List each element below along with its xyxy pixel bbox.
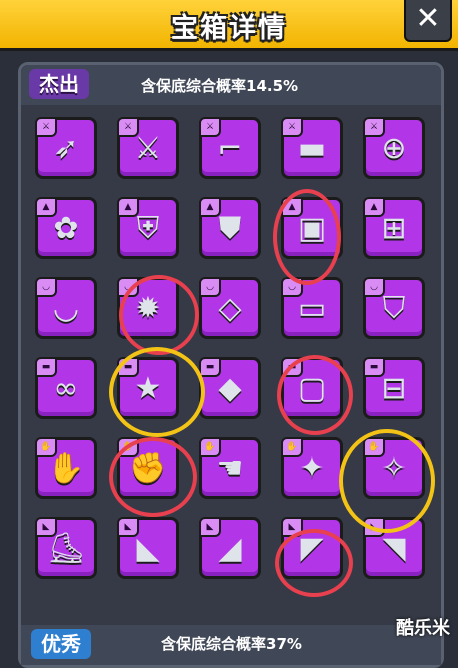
item-slot[interactable]: ▲ ▣ — [281, 197, 343, 259]
plunger-icon: ⊕ — [381, 131, 407, 166]
mech-boot-icon: ◥ — [382, 531, 406, 566]
item-slot[interactable]: ⚔ ⊕ — [363, 117, 425, 179]
plated-boot-icon: ◢ — [218, 531, 242, 566]
chest-plate-icon: ▣ — [297, 211, 327, 246]
item-slot[interactable]: ◡ ✹ — [117, 277, 179, 339]
item-slot[interactable]: ✋ ✊ — [117, 437, 179, 499]
page-title: 宝箱详情 — [171, 13, 287, 44]
item-slot[interactable]: ◡ ◇ — [199, 277, 261, 339]
blade-gauntlet-icon: ✧ — [381, 451, 407, 486]
item-slot[interactable]: ◣ ◢ — [199, 517, 261, 579]
fang-collar-icon: ◡ — [52, 291, 80, 326]
tag-necklace-icon: ▭ — [297, 291, 327, 326]
probability-text: 含保底综合概率14.5% — [141, 77, 299, 95]
item-slot[interactable]: ⚔ ⌐ — [199, 117, 261, 179]
shield-collar-icon: ⛉ — [382, 291, 406, 326]
item-slot[interactable]: ⚔ ➶ — [35, 117, 97, 179]
sneaker-icon: ◣ — [136, 531, 160, 566]
item-slot[interactable]: ▬ ∞ — [35, 357, 97, 419]
plated-armor-icon: ⛊ — [218, 211, 242, 246]
purple-sneaker-icon: ◤ — [300, 531, 324, 566]
knotted-belt-icon: ∞ — [53, 371, 79, 406]
tier-label: 杰出 — [29, 69, 89, 99]
item-slot[interactable]: ✋ ☚ — [199, 437, 261, 499]
item-slot[interactable]: ◣ ◥ — [363, 517, 425, 579]
item-grid: ⚔ ➶ ⚔ ⚔ ⚔ ⌐ ⚔ ▬ ⚔ ⊕ ▲ ✿ ▲ ⛨ ▲ ⛊ ▲ ▣ ▲ ⊞ ◡ ◡ ◡ ✹ ◡ ◇ ◡ ▭ ◡ ⛉ ▬ ∞ ▬ ★ ▬ ◆ ▬ ▢ ▬ ⊟… — [35, 117, 431, 579]
item-slot[interactable]: ⚔ ⚔ — [117, 117, 179, 179]
star-belt-icon: ★ — [134, 371, 162, 406]
item-slot[interactable]: ◣ ◣ — [117, 517, 179, 579]
title-bar: 宝箱详情 ✕ — [0, 0, 458, 51]
mech-glove-icon: ☚ — [216, 451, 244, 486]
item-slot[interactable]: ▲ ✿ — [35, 197, 97, 259]
scimitar-icon: ⚔ — [134, 131, 162, 166]
item-slot[interactable]: ⚔ ▬ — [281, 117, 343, 179]
gem-belt-icon: ◆ — [218, 371, 242, 406]
revolver-icon: ⌐ — [217, 131, 243, 166]
item-slot[interactable]: ✋ ✧ — [363, 437, 425, 499]
item-slot[interactable]: ◣ ◤ — [281, 517, 343, 579]
item-slot[interactable]: ▲ ⛊ — [199, 197, 261, 259]
next-section-header: 优秀 含保底综合概率37% — [21, 625, 441, 665]
item-slot[interactable]: ◡ ◡ — [35, 277, 97, 339]
tier-label-next: 优秀 — [31, 629, 91, 659]
item-slot[interactable]: ▲ ⊞ — [363, 197, 425, 259]
item-slot[interactable]: ✋ ✋ — [35, 437, 97, 499]
close-button[interactable]: ✕ — [404, 0, 452, 42]
item-slot[interactable]: ◣ ⛸ — [35, 517, 97, 579]
item-slot[interactable]: ▬ ⊟ — [363, 357, 425, 419]
item-slot[interactable]: ▬ ▢ — [281, 357, 343, 419]
item-slot[interactable]: ◡ ▭ — [281, 277, 343, 339]
item-slot[interactable]: ✋ ✦ — [281, 437, 343, 499]
fur-claw-icon: ✋ — [47, 451, 85, 486]
steel-armor-icon: ⛨ — [136, 211, 160, 246]
item-slot[interactable]: ◡ ⛉ — [363, 277, 425, 339]
kunai-icon: ➶ — [53, 131, 79, 166]
gem-necklace-icon: ◇ — [218, 291, 242, 326]
claw-boot-icon: ⛸ — [46, 531, 86, 566]
section-header: 杰出 含保底综合概率14.5% — [21, 65, 441, 105]
shotgun-icon: ▬ — [297, 131, 327, 166]
spark-glove-icon: ✦ — [299, 451, 325, 486]
item-slot[interactable]: ▲ ⛨ — [117, 197, 179, 259]
chest-detail-panel: 杰出 含保底综合概率14.5% ⚔ ➶ ⚔ ⚔ ⚔ ⌐ ⚔ ▬ ⚔ ⊕ ▲ ✿ ▲ ⛨ ▲ ⛊ ▲ ▣ ▲ ⊞ ◡ ◡ ◡ ✹… — [18, 62, 444, 668]
spiked-collar-icon: ✹ — [135, 291, 161, 326]
buckle-belt-icon: ▢ — [297, 371, 327, 406]
tech-vest-icon: ⊞ — [381, 211, 407, 246]
watermark: 酷乐米 — [396, 618, 450, 639]
item-slot[interactable]: ▬ ◆ — [199, 357, 261, 419]
tech-belt-icon: ⊟ — [381, 371, 407, 406]
steel-gauntlet-icon: ✊ — [129, 451, 167, 486]
leaf-armor-icon: ✿ — [53, 211, 79, 246]
item-slot[interactable]: ▬ ★ — [117, 357, 179, 419]
